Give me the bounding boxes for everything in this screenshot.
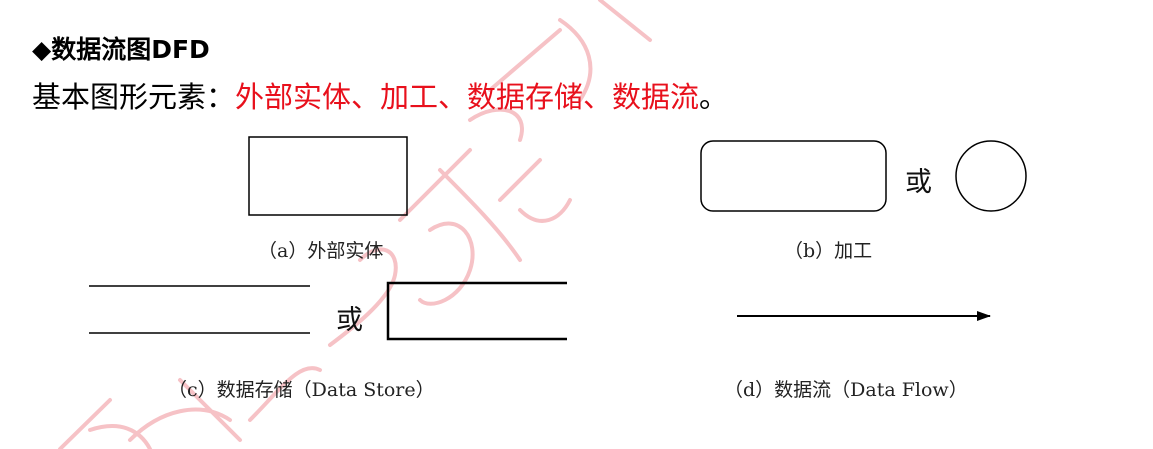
process-rounded-rect xyxy=(700,140,887,212)
data-store-open-rect xyxy=(386,281,567,341)
caption-data-store: （c）数据存储（Data Store） xyxy=(168,379,435,401)
external-entity-rect xyxy=(248,136,408,216)
caption-external-entity: （a）外部实体 xyxy=(258,240,384,262)
caption-data-flow: （d）数据流（Data Flow） xyxy=(724,379,968,401)
data-store-or-label: 或 xyxy=(336,305,363,336)
process-circle xyxy=(955,140,1027,212)
caption-process: （b）加工 xyxy=(784,240,873,262)
process-or-label: 或 xyxy=(905,167,932,198)
